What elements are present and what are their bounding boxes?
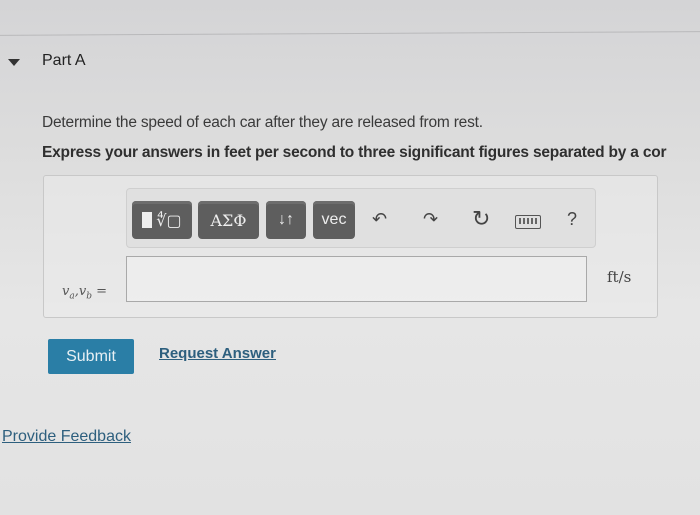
vec-label: vec: [321, 211, 347, 228]
vector-button[interactable]: vec: [313, 201, 355, 239]
unit-label: ft/s: [607, 268, 632, 286]
radical-icon: ∜▢: [156, 210, 182, 230]
part-header[interactable]: Part A: [8, 52, 86, 70]
arrows-icon: ↓↑: [278, 211, 294, 228]
question-instruction: Express your answers in feet per second …: [42, 144, 667, 161]
help-icon[interactable]: ?: [567, 209, 577, 229]
greek-label: ΑΣΦ: [210, 210, 247, 230]
answer-input[interactable]: [126, 256, 587, 302]
redo-icon[interactable]: ↷: [423, 209, 438, 229]
page-divider: [0, 31, 700, 36]
greek-letters-button[interactable]: ΑΣΦ: [198, 201, 259, 239]
submit-button[interactable]: Submit: [48, 339, 134, 374]
filled-square-icon: [142, 212, 153, 228]
keyboard-icon[interactable]: [515, 215, 541, 229]
undo-icon[interactable]: ↶: [372, 209, 387, 229]
reset-icon[interactable]: ↻: [472, 208, 490, 230]
caret-down-icon[interactable]: [8, 58, 20, 66]
question-prompt: Determine the speed of each car after th…: [42, 114, 483, 131]
templates-button[interactable]: ∜▢: [132, 201, 192, 239]
subscript-superscript-button[interactable]: ↓↑: [266, 201, 306, 239]
answer-panel: ∜▢ ΑΣΦ ↓↑ vec ↶ ↷ ↻ ? va,vb = ft/s: [43, 175, 658, 318]
part-title: Part A: [42, 52, 86, 69]
answer-variable-label: va,vb =: [62, 284, 107, 302]
request-answer-link[interactable]: Request Answer: [159, 345, 276, 362]
math-toolbar: ∜▢ ΑΣΦ ↓↑ vec ↶ ↷ ↻ ?: [126, 188, 596, 248]
provide-feedback-link[interactable]: Provide Feedback: [2, 428, 131, 446]
equals-sign: =: [92, 284, 108, 299]
